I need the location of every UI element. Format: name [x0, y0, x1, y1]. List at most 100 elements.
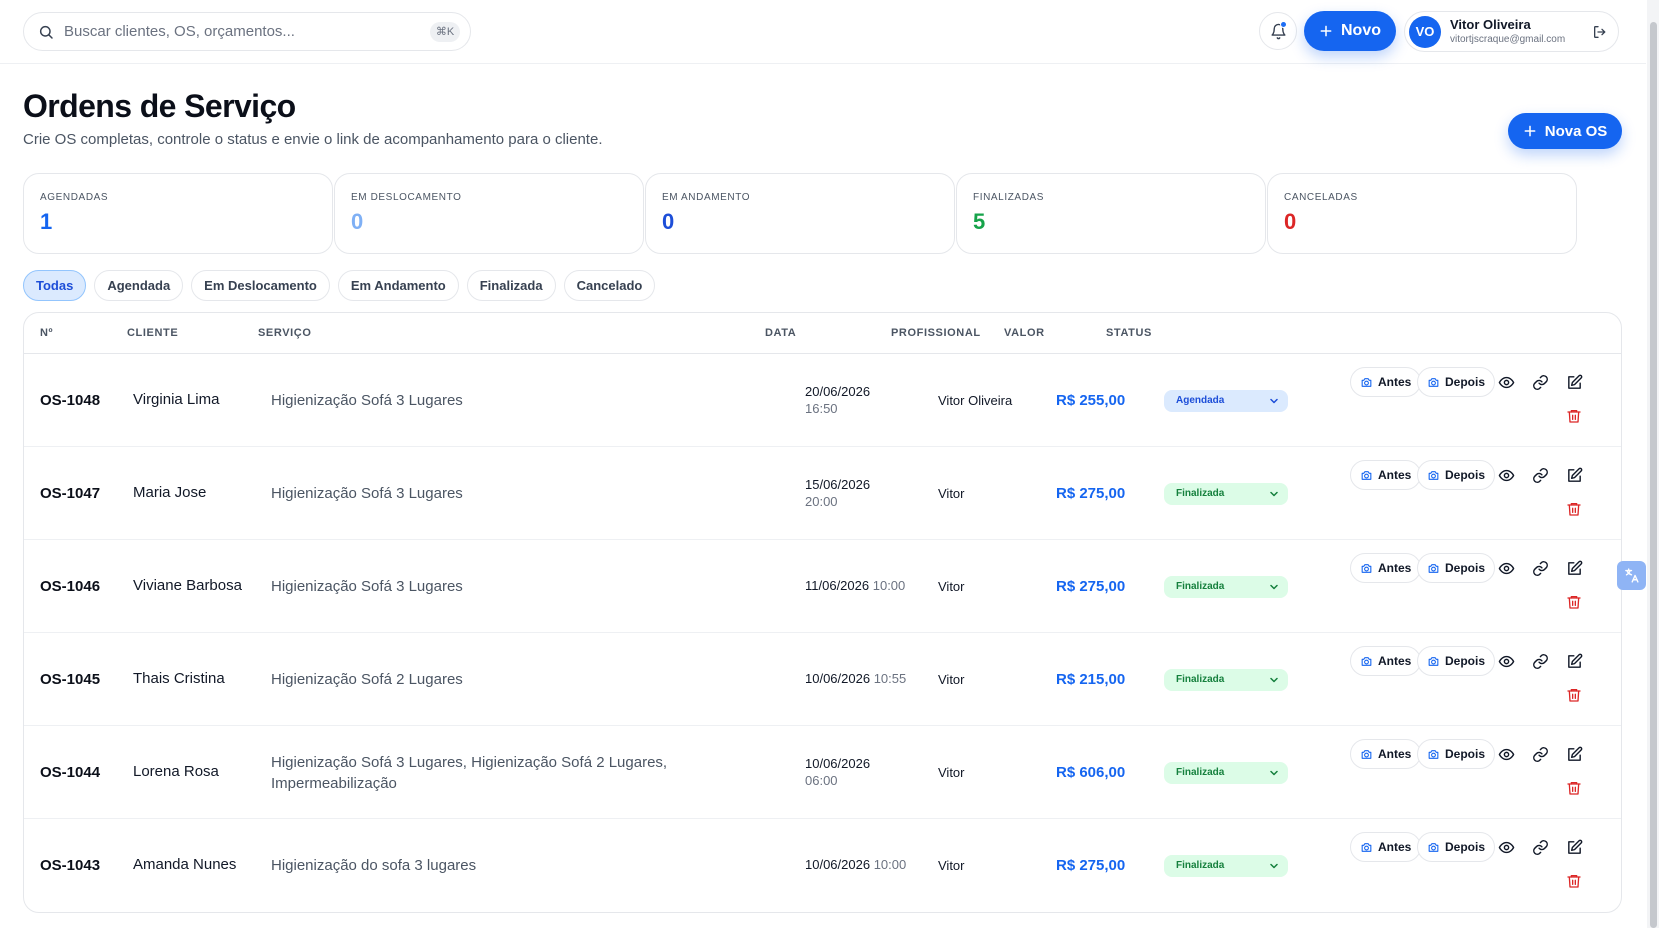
filter-finalizada[interactable]: Finalizada — [466, 270, 556, 301]
stat-card-agendadas: AGENDADAS 1 — [23, 173, 333, 254]
stat-value: 5 — [973, 209, 986, 234]
photo-after-button[interactable]: Depois — [1417, 832, 1496, 862]
view-button[interactable] — [1494, 556, 1518, 580]
view-button[interactable] — [1494, 649, 1518, 673]
status-select[interactable]: Finalizada — [1164, 668, 1288, 691]
photo-before-button[interactable]: Antes — [1350, 832, 1422, 862]
photo-after-button[interactable]: Depois — [1417, 646, 1496, 676]
client-name: Lorena Rosa — [133, 763, 219, 781]
camera-icon — [1361, 749, 1372, 759]
copy-link-button[interactable] — [1528, 742, 1552, 766]
status-cell: Finalizada — [1164, 726, 1289, 819]
row-actions: Antes Depois — [1350, 553, 1610, 623]
os-number[interactable]: OS-1044 — [40, 726, 120, 819]
filter-em-deslocamento[interactable]: Em Deslocamento — [191, 270, 330, 301]
eye-icon — [1498, 655, 1514, 667]
link-icon — [1532, 839, 1548, 855]
scrollbar-thumb[interactable] — [1650, 22, 1657, 928]
edit-button[interactable] — [1562, 649, 1586, 673]
search-input[interactable] — [64, 23, 430, 40]
photo-before-button[interactable]: Antes — [1350, 460, 1422, 490]
status-select[interactable]: Agendada — [1164, 389, 1288, 412]
new-os-button[interactable]: Nova OS — [1508, 113, 1622, 149]
status-select[interactable]: Finalizada — [1164, 575, 1288, 598]
stat-card-canceladas: CANCELADAS 0 — [1267, 173, 1577, 254]
stat-value: 0 — [662, 209, 675, 234]
photo-before-button[interactable]: Antes — [1350, 739, 1422, 769]
copy-link-button[interactable] — [1528, 463, 1552, 487]
os-number[interactable]: OS-1046 — [40, 540, 120, 633]
photo-after-button[interactable]: Depois — [1417, 460, 1496, 490]
delete-button[interactable] — [1562, 590, 1586, 614]
link-icon — [1532, 653, 1548, 669]
plus-icon — [1320, 25, 1332, 37]
delete-button[interactable] — [1562, 683, 1586, 707]
copy-link-button[interactable] — [1528, 649, 1552, 673]
view-button[interactable] — [1494, 835, 1518, 859]
copy-link-button[interactable] — [1528, 556, 1552, 580]
photo-after-label: Depois — [1445, 654, 1486, 668]
os-number[interactable]: OS-1045 — [40, 633, 120, 726]
stat-label: CANCELADAS — [1284, 192, 1358, 203]
photo-after-button[interactable]: Depois — [1417, 553, 1496, 583]
status-label: Finalizada — [1176, 581, 1225, 592]
edit-button[interactable] — [1562, 463, 1586, 487]
notifications-button[interactable] — [1259, 12, 1297, 50]
view-button[interactable] — [1494, 742, 1518, 766]
column-header-professional: PROFISSIONAL — [891, 327, 981, 339]
shortcut-badge: ⌘K — [430, 21, 460, 42]
view-button[interactable] — [1494, 370, 1518, 394]
camera-icon — [1361, 563, 1372, 573]
service-description: Higienização Sofá 2 Lugares — [271, 671, 463, 688]
filter-cancelado[interactable]: Cancelado — [563, 270, 656, 301]
photo-before-button[interactable]: Antes — [1350, 367, 1422, 397]
os-number[interactable]: OS-1048 — [40, 354, 120, 447]
row-actions: Antes Depois — [1350, 367, 1610, 437]
row-actions: Antes Depois — [1350, 460, 1610, 530]
status-select[interactable]: Finalizada — [1164, 482, 1288, 505]
delete-button[interactable] — [1562, 776, 1586, 800]
os-number[interactable]: OS-1043 — [40, 819, 120, 912]
date-value: 10/06/2026 — [805, 756, 871, 772]
edit-button[interactable] — [1562, 742, 1586, 766]
professional-name: Vitor — [938, 765, 965, 780]
user-menu[interactable]: VO Vitor Oliveira vitortjscraque@gmail.c… — [1404, 11, 1619, 52]
camera-icon — [1361, 470, 1372, 480]
photo-after-button[interactable]: Depois — [1417, 367, 1496, 397]
view-button[interactable] — [1494, 463, 1518, 487]
stat-card-finalizadas: FINALIZADAS 5 — [956, 173, 1266, 254]
photo-before-button[interactable]: Antes — [1350, 646, 1422, 676]
service-date: 20/06/2026 16:50 — [805, 354, 925, 447]
link-icon — [1532, 746, 1548, 762]
logout-icon — [1594, 25, 1606, 38]
filter-em-andamento[interactable]: Em Andamento — [337, 270, 459, 301]
camera-icon — [1361, 656, 1372, 666]
edit-button[interactable] — [1562, 835, 1586, 859]
user-email: vitortjscraque@gmail.com — [1450, 34, 1566, 46]
delete-button[interactable] — [1562, 404, 1586, 428]
edit-button[interactable] — [1562, 370, 1586, 394]
page-scrollbar[interactable] — [1647, 0, 1659, 928]
copy-link-button[interactable] — [1528, 370, 1552, 394]
logout-button[interactable] — [1588, 20, 1612, 44]
os-number[interactable]: OS-1047 — [40, 447, 120, 540]
status-select[interactable]: Finalizada — [1164, 854, 1288, 877]
eye-icon — [1498, 841, 1514, 853]
photo-before-button[interactable]: Antes — [1350, 553, 1422, 583]
copy-link-button[interactable] — [1528, 835, 1552, 859]
status-select[interactable]: Finalizada — [1164, 761, 1288, 784]
new-button-label: Novo — [1341, 22, 1381, 39]
filter-todas[interactable]: Todas — [23, 270, 87, 301]
search-icon — [39, 25, 53, 39]
edit-icon — [1567, 746, 1582, 761]
search-box[interactable]: ⌘K — [23, 12, 471, 51]
photo-after-button[interactable]: Depois — [1417, 739, 1496, 769]
new-button[interactable]: Novo — [1304, 11, 1396, 51]
filter-agendada[interactable]: Agendada — [94, 270, 184, 301]
table-row: OS-1047 Maria Jose Higienização Sofá 3 L… — [24, 447, 1621, 540]
delete-button[interactable] — [1562, 869, 1586, 893]
translate-button[interactable] — [1617, 561, 1646, 590]
edit-button[interactable] — [1562, 556, 1586, 580]
page-title: Ordens de Serviço — [23, 88, 296, 124]
delete-button[interactable] — [1562, 497, 1586, 521]
